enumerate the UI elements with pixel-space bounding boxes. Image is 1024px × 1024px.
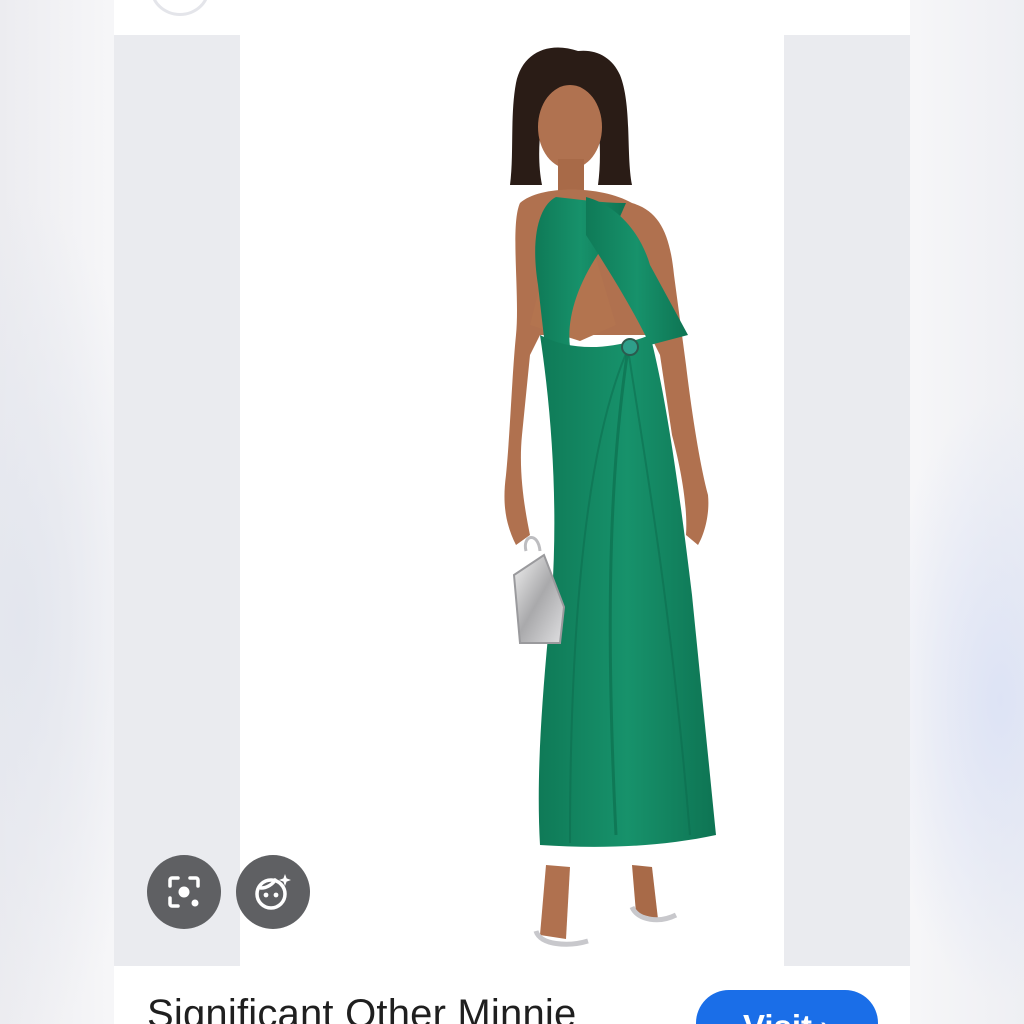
product-title[interactable]: Significant Other Minnie	[147, 992, 576, 1024]
visit-label: Visit	[743, 1008, 812, 1024]
lens-search-button[interactable]	[147, 855, 221, 929]
result-info-row: Significant Other Minnie Visit ›	[114, 966, 910, 1024]
magic-edit-button[interactable]	[236, 855, 310, 929]
magic-edit-face-icon	[255, 874, 291, 910]
product-image[interactable]	[240, 35, 784, 966]
top-avatar[interactable]	[150, 0, 210, 16]
lens-search-icon	[168, 876, 200, 908]
product-image-panel[interactable]	[114, 35, 910, 966]
result-card: Significant Other Minnie Visit ›	[114, 0, 910, 1024]
visit-button[interactable]: Visit ›	[696, 990, 878, 1024]
dress-illustration	[504, 47, 716, 947]
chevron-right-icon: ›	[820, 1008, 831, 1024]
image-right-strip	[784, 35, 910, 966]
image-left-strip	[114, 35, 240, 966]
